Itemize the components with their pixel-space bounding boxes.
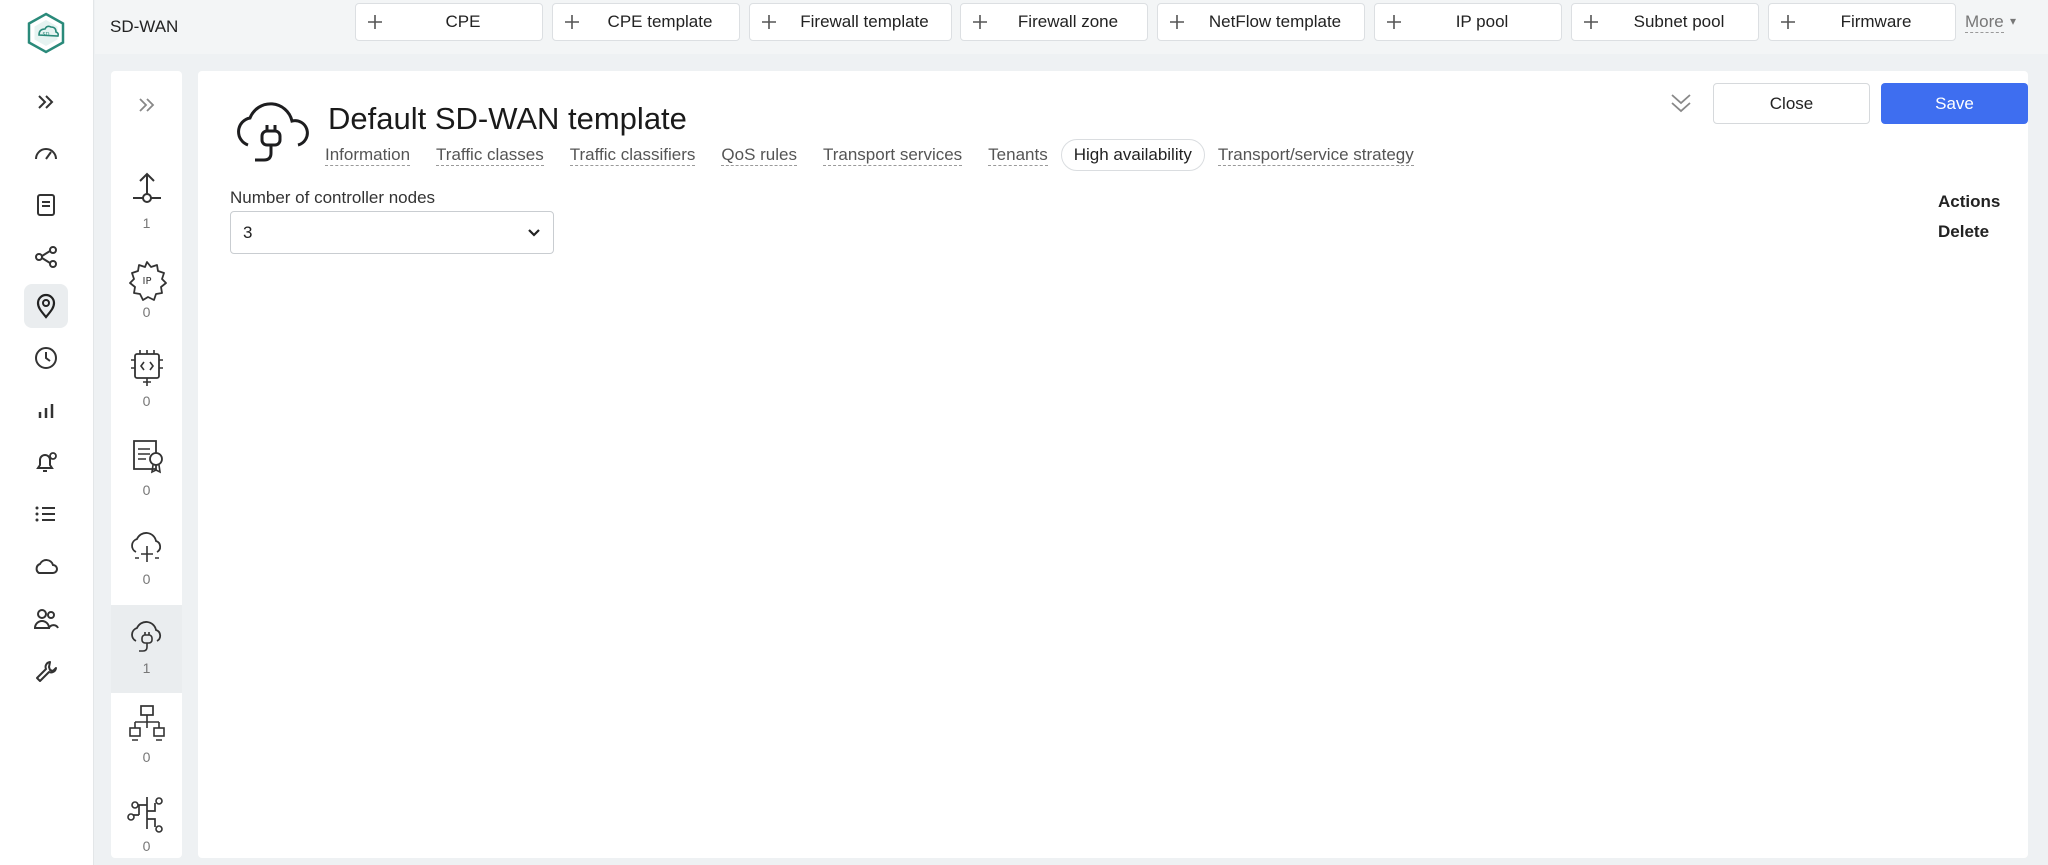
app-logo-icon[interactable]: SD: [25, 12, 67, 54]
plus-icon: [1158, 4, 1196, 40]
create-firewall-template-button[interactable]: Firewall template: [749, 3, 952, 41]
page-title: Default SD-WAN template: [328, 101, 687, 136]
close-button[interactable]: Close: [1713, 83, 1870, 124]
tab-qos-rules[interactable]: QoS rules: [721, 145, 797, 166]
create-firmware-button[interactable]: Firmware: [1768, 3, 1956, 41]
left-navigation: SD: [0, 0, 94, 865]
nav-item-cloud-transfer[interactable]: 0: [111, 516, 182, 604]
upload-node-icon: [132, 172, 161, 203]
create-netflow-template-button[interactable]: NetFlow template: [1157, 3, 1365, 41]
tab-information[interactable]: Information: [325, 145, 411, 166]
save-button[interactable]: Save: [1881, 83, 2028, 124]
create-cpe-button[interactable]: CPE: [355, 3, 543, 41]
clock-icon[interactable]: [24, 336, 68, 380]
caret-down-icon: ▾: [2010, 14, 2017, 28]
controller-nodes-select[interactable]: 3: [230, 211, 554, 254]
create-subnet-pool-button[interactable]: Subnet pool: [1571, 3, 1759, 41]
nav-item-chip[interactable]: 0: [111, 338, 182, 426]
plus-icon: [1769, 4, 1807, 40]
list-icon[interactable]: [24, 492, 68, 536]
users-icon[interactable]: [24, 597, 68, 641]
controller-nodes-value: 3: [243, 222, 253, 242]
ip-gear-icon: IP: [128, 261, 167, 301]
plus-icon: [1572, 4, 1610, 40]
nav-item-routing[interactable]: 0: [111, 783, 182, 865]
actions-heading: Actions: [1938, 192, 2001, 211]
expand-panel-icon[interactable]: [127, 85, 167, 125]
chip-code-icon: [130, 350, 163, 386]
svg-text:IP: IP: [142, 276, 151, 287]
nav-item-certificate[interactable]: 0: [111, 427, 182, 515]
cloud-plug-icon: [230, 89, 314, 169]
certificate-icon: [132, 440, 163, 474]
cloud-transfer-icon: [130, 532, 161, 562]
network-topology-icon: [128, 705, 165, 741]
bell-settings-icon[interactable]: [24, 440, 68, 484]
main-panel: Default SD-WAN template Information Traf…: [198, 71, 2028, 858]
plus-icon: [750, 4, 788, 40]
nav-item-cloud-plug[interactable]: 1: [111, 605, 182, 693]
delete-action[interactable]: Delete: [1938, 222, 1989, 242]
location-icon[interactable]: [24, 284, 68, 328]
routing-icon: [126, 797, 163, 833]
create-cpe-template-button[interactable]: CPE template: [552, 3, 740, 41]
cloud-plug-icon: [130, 621, 161, 652]
tab-tenants[interactable]: Tenants: [988, 145, 1048, 166]
create-ip-pool-button[interactable]: IP pool: [1374, 3, 1562, 41]
controller-nodes-label: Number of controller nodes: [230, 188, 436, 207]
more-menu[interactable]: More: [1965, 12, 2004, 33]
tab-transport-services[interactable]: Transport services: [822, 145, 963, 166]
plus-icon: [1375, 4, 1413, 40]
collapse-header-icon[interactable]: [1666, 89, 1696, 119]
expand-menu-icon[interactable]: [24, 80, 68, 124]
object-navigation: 1 IP 0 0 0 0 1 0 0: [111, 71, 182, 858]
svg-text:SD: SD: [42, 32, 49, 38]
chevron-down-icon: [525, 224, 543, 242]
tab-traffic-classifiers[interactable]: Traffic classifiers: [569, 145, 696, 166]
nav-item-network-topology[interactable]: 0: [111, 694, 182, 782]
plus-icon: [553, 4, 591, 40]
tab-bar: Information Traffic classes Traffic clas…: [325, 139, 1440, 171]
bar-chart-icon[interactable]: [24, 388, 68, 432]
tab-high-availability[interactable]: High availability: [1060, 139, 1205, 171]
plus-icon: [961, 4, 999, 40]
tools-icon[interactable]: [24, 649, 68, 693]
create-firewall-zone-button[interactable]: Firewall zone: [960, 3, 1148, 41]
plus-icon: [356, 4, 394, 40]
dashboard-icon[interactable]: [24, 131, 68, 175]
document-icon[interactable]: [24, 183, 68, 227]
nav-item-ip-settings[interactable]: IP 0: [111, 249, 182, 337]
share-icon[interactable]: [24, 235, 68, 279]
tab-transport-service-strategy[interactable]: Transport/service strategy: [1217, 145, 1414, 166]
app-name: SD-WAN: [110, 17, 179, 36]
tab-traffic-classes[interactable]: Traffic classes: [436, 145, 544, 166]
cloud-icon[interactable]: [24, 545, 68, 589]
nav-item-upload-node[interactable]: 1: [111, 160, 182, 248]
